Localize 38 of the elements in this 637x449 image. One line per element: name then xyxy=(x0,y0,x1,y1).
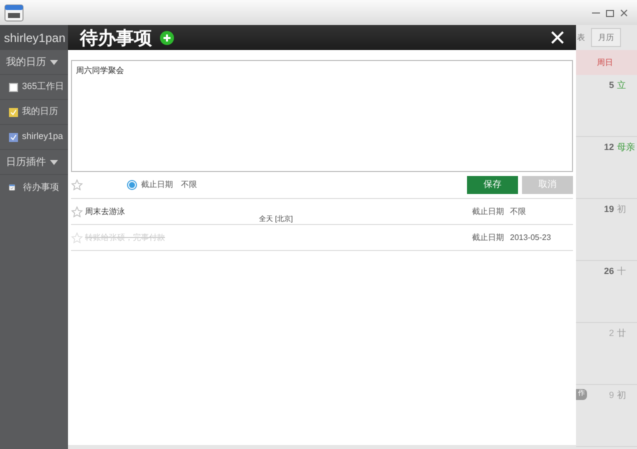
day-note: 初 xyxy=(617,389,627,402)
day-number[interactable]: 5 xyxy=(608,79,614,92)
todo-text: 周末去游泳 xyxy=(85,206,125,218)
deadline-label: 截止日期 xyxy=(472,206,504,218)
todo-input[interactable]: 周六同学聚会 xyxy=(71,60,573,172)
day-number[interactable]: 26 xyxy=(604,265,614,278)
dialog-title: 待办事项 xyxy=(80,28,152,46)
caret-icon xyxy=(50,160,58,164)
day-note: 十 xyxy=(617,265,627,278)
maximize-icon[interactable] xyxy=(605,8,615,18)
day-note: 母亲 xyxy=(617,141,636,154)
deadline-value: 不限 xyxy=(510,206,527,218)
plugin-label[interactable]: 待办事项 xyxy=(23,180,59,194)
calendar-checkbox[interactable] xyxy=(9,82,18,92)
deadline-label: 截止日期 xyxy=(472,232,504,244)
deadline-value: 2013-05-23 xyxy=(510,232,552,244)
deadline-label: 截止日期 xyxy=(141,179,173,191)
deadline-radio[interactable] xyxy=(127,180,137,190)
calendar-name[interactable]: shirley1pa xyxy=(22,130,64,144)
deadline-value: 不限 xyxy=(181,179,197,191)
day-number[interactable]: 12 xyxy=(604,141,614,154)
day-number[interactable]: 19 xyxy=(604,203,614,216)
view-tab[interactable]: 表 xyxy=(577,32,585,44)
save-button[interactable]: 保存 xyxy=(467,176,518,194)
star-icon[interactable] xyxy=(71,179,83,191)
app-logo-icon xyxy=(4,4,24,22)
caret-icon xyxy=(50,60,58,64)
month-view-tab[interactable]: 月历 xyxy=(591,28,621,47)
weekday-label: 周日 xyxy=(597,56,613,68)
add-icon[interactable] xyxy=(160,30,174,44)
day-note: 廿 xyxy=(617,327,627,340)
calendar-name[interactable]: 我的日历 xyxy=(22,105,58,119)
user-name: shirley1pan xyxy=(4,30,66,46)
day-note: 初 xyxy=(617,203,627,216)
calendar-name[interactable]: 365工作日 xyxy=(22,80,64,94)
star-icon[interactable] xyxy=(71,232,83,244)
day-note: 立 xyxy=(617,79,627,92)
star-icon[interactable] xyxy=(71,206,83,218)
